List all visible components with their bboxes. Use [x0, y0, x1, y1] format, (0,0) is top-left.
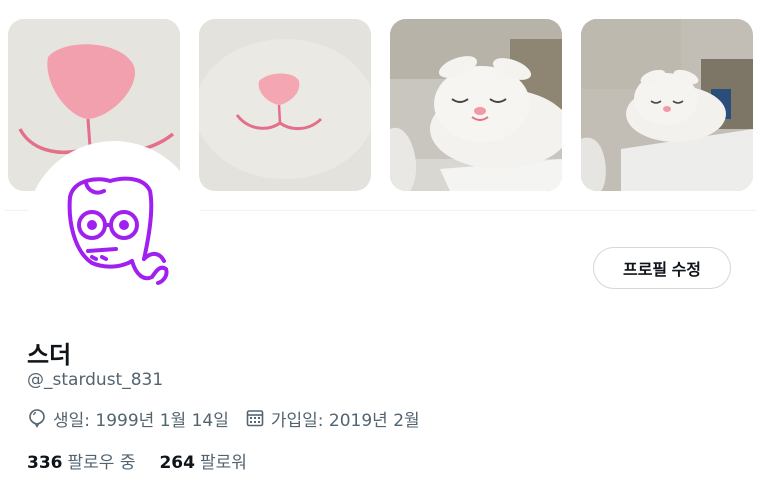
banner-photo-2[interactable]: [199, 19, 371, 191]
birthday-text: 생일: 1999년 1월 14일: [53, 410, 229, 431]
following-link[interactable]: 336 팔로우 중: [27, 448, 135, 473]
profile-meta: 생일: 1999년 1월 14일 가입일: 2019년 2월: [27, 405, 436, 431]
follow-stats: 336 팔로우 중 264 팔로워: [27, 448, 271, 473]
balloon-icon: [29, 409, 45, 428]
doodle-avatar-icon: [67, 176, 169, 285]
display-name: 스더: [27, 341, 72, 369]
followers-count: 264: [159, 453, 195, 473]
birthday-item: 생일: 1999년 1월 14일: [27, 406, 229, 431]
joined-item: 가입일: 2019년 2월: [245, 406, 420, 431]
edit-profile-button[interactable]: 프로필 수정: [593, 247, 731, 289]
profile-avatar[interactable]: [26, 141, 202, 317]
following-count: 336: [27, 453, 63, 473]
profile-page: 프로필 수정 스더 @_stardust_831 생일: 1999년 1월 14…: [5, 0, 756, 485]
user-handle: @_stardust_831: [27, 370, 164, 390]
banner-photo-3[interactable]: [390, 19, 562, 191]
calendar-icon: [246, 410, 264, 427]
banner-photo-4[interactable]: [581, 19, 753, 191]
following-label: 팔로우 중: [67, 453, 136, 473]
followers-link[interactable]: 264 팔로워: [159, 448, 246, 473]
joined-text: 가입일: 2019년 2월: [270, 410, 420, 431]
followers-label: 팔로워: [199, 453, 247, 473]
